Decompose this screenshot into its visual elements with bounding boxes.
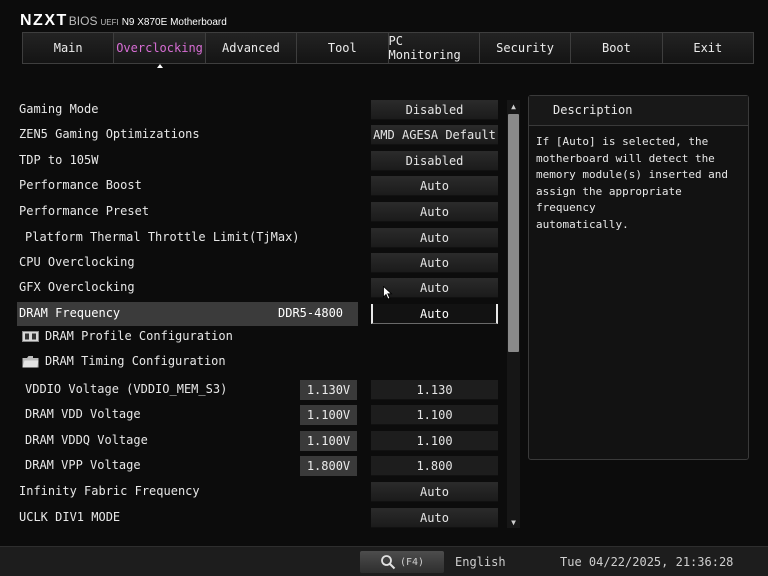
setting-value-button[interactable]: Auto bbox=[371, 228, 498, 248]
voltage-input[interactable]: 1.100 bbox=[371, 405, 498, 425]
setting-label: DRAM VPP Voltage bbox=[25, 458, 141, 472]
setting-row-uclk-div1-mode[interactable]: UCLK DIV1 MODE Auto bbox=[0, 508, 506, 530]
setting-label: DRAM VDDQ Voltage bbox=[25, 433, 148, 447]
setting-row-dram-vpp-voltage[interactable]: DRAM VPP Voltage 1.800V 1.800 bbox=[0, 456, 506, 478]
setting-row-dram-vdd-voltage[interactable]: DRAM VDD Voltage 1.100V 1.100 bbox=[0, 405, 506, 427]
tab-pc-monitoring[interactable]: PC Monitoring bbox=[388, 33, 480, 63]
voltage-input[interactable]: 1.130 bbox=[371, 380, 498, 400]
setting-label: Performance Preset bbox=[19, 204, 150, 218]
setting-row-dram-frequency[interactable]: DRAM Frequency DDR5-4800 Auto bbox=[0, 302, 506, 326]
setting-value-button[interactable]: Disabled bbox=[371, 151, 498, 171]
setting-row-cpu-overclocking[interactable]: CPU Overclocking Auto bbox=[0, 253, 506, 275]
setting-label: DRAM Frequency bbox=[19, 306, 121, 320]
setting-value-button[interactable]: Auto bbox=[371, 202, 498, 222]
setting-label: Performance Boost bbox=[19, 178, 142, 192]
tab-tool[interactable]: Tool bbox=[297, 33, 389, 63]
setting-row-gfx-overclocking[interactable]: GFX Overclocking Auto bbox=[0, 278, 506, 300]
setting-label: CPU Overclocking bbox=[19, 255, 135, 269]
setting-label: Infinity Fabric Frequency bbox=[19, 484, 200, 498]
tab-boot[interactable]: Boot bbox=[571, 33, 663, 63]
scroll-down-arrow-icon[interactable]: ▼ bbox=[507, 516, 520, 528]
description-line: automatically. bbox=[536, 217, 629, 231]
setting-label: Platform Thermal Throttle Limit(TjMax) bbox=[25, 230, 300, 244]
scroll-thumb[interactable] bbox=[508, 114, 519, 352]
status-footer: (F4) English Tue 04/22/2025, 21:36:28 bbox=[0, 546, 768, 576]
system-datetime: Tue 04/22/2025, 21:36:28 bbox=[560, 555, 734, 569]
setting-row-performance-boost[interactable]: Performance Boost Auto bbox=[0, 176, 506, 198]
current-voltage: 1.100V bbox=[300, 405, 357, 425]
mouse-cursor-icon bbox=[383, 286, 393, 300]
setting-value-button[interactable]: Auto bbox=[371, 482, 498, 502]
memory-module-icon bbox=[22, 331, 39, 342]
tab-overclocking[interactable]: Overclocking bbox=[114, 33, 206, 68]
description-panel: Description If [Auto] is selected, the m… bbox=[528, 95, 749, 460]
language-selector[interactable]: English bbox=[455, 555, 506, 569]
main-tab-bar: Main Overclocking Advanced Tool PC Monit… bbox=[22, 32, 754, 68]
brand-header: NZXTBIOS UEFI N9 X870E Motherboard bbox=[20, 10, 227, 30]
submenu-dram-timing-configuration[interactable]: DRAM Timing Configuration bbox=[0, 352, 506, 374]
tab-advanced[interactable]: Advanced bbox=[205, 33, 298, 63]
setting-label: UCLK DIV1 MODE bbox=[19, 510, 121, 524]
setting-value-button[interactable]: Auto bbox=[371, 508, 498, 528]
voltage-input[interactable]: 1.800 bbox=[371, 456, 498, 476]
motherboard-model: N9 X870E Motherboard bbox=[121, 17, 227, 28]
setting-row-tdp-105w[interactable]: TDP to 105W Disabled bbox=[0, 151, 506, 173]
setting-row-dram-vddq-voltage[interactable]: DRAM VDDQ Voltage 1.100V 1.100 bbox=[0, 431, 506, 453]
submenu-label: DRAM Profile Configuration bbox=[45, 329, 233, 343]
setting-label: TDP to 105W bbox=[19, 153, 99, 167]
uefi-label: UEFI bbox=[100, 18, 119, 27]
description-line: memory module(s) inserted and bbox=[536, 168, 729, 181]
voltage-input[interactable]: 1.100 bbox=[371, 431, 498, 451]
setting-value-button[interactable]: Auto bbox=[371, 304, 498, 324]
setting-row-vddio-voltage[interactable]: VDDIO Voltage (VDDIO_MEM_S3) 1.130V 1.13… bbox=[0, 380, 506, 402]
description-line: assign the appropriate frequency bbox=[536, 184, 682, 215]
setting-label: DRAM VDD Voltage bbox=[25, 407, 141, 421]
setting-value-button[interactable]: Disabled bbox=[371, 100, 498, 120]
setting-row-gaming-mode[interactable]: Gaming Mode Disabled bbox=[0, 100, 506, 122]
scroll-up-arrow-icon[interactable]: ▲ bbox=[507, 100, 520, 112]
setting-label: GFX Overclocking bbox=[19, 280, 135, 294]
setting-row-platform-thermal-throttle-limit[interactable]: Platform Thermal Throttle Limit(TjMax) A… bbox=[0, 228, 506, 250]
description-line: motherboard will detect the bbox=[536, 151, 715, 165]
setting-value-button[interactable]: Auto bbox=[371, 253, 498, 273]
setting-label: ZEN5 Gaming Optimizations bbox=[19, 127, 200, 141]
settings-list: Gaming Mode Disabled ZEN5 Gaming Optimiz… bbox=[0, 96, 506, 530]
bios-label: BIOS bbox=[68, 14, 98, 28]
setting-row-performance-preset[interactable]: Performance Preset Auto bbox=[0, 202, 506, 224]
description-text: If [Auto] is selected, the motherboard w… bbox=[529, 126, 748, 241]
tab-exit[interactable]: Exit bbox=[662, 33, 753, 63]
current-voltage: 1.100V bbox=[300, 431, 357, 451]
setting-label: Gaming Mode bbox=[19, 102, 99, 116]
description-line: If [Auto] is selected, the bbox=[536, 135, 709, 148]
setting-row-zen5-gaming-optimizations[interactable]: ZEN5 Gaming Optimizations AMD AGESA Defa… bbox=[0, 125, 506, 147]
search-icon bbox=[381, 555, 396, 570]
search-button[interactable]: (F4) bbox=[360, 551, 444, 573]
submenu-label: DRAM Timing Configuration bbox=[45, 354, 226, 368]
bios-screen: NZXTBIOS UEFI N9 X870E Motherboard Main Ov… bbox=[0, 0, 768, 576]
tab-main[interactable]: Main bbox=[23, 33, 115, 63]
search-hotkey: (F4) bbox=[399, 556, 425, 568]
tab-security[interactable]: Security bbox=[479, 33, 572, 63]
current-voltage: 1.130V bbox=[300, 380, 357, 400]
settings-scrollbar[interactable]: ▲ ▼ bbox=[507, 100, 520, 528]
current-voltage: 1.800V bbox=[300, 456, 357, 476]
setting-value-button[interactable]: AMD AGESA Default bbox=[371, 125, 498, 145]
submenu-dram-profile-configuration[interactable]: DRAM Profile Configuration bbox=[0, 327, 506, 349]
setting-value-button[interactable]: Auto bbox=[371, 176, 498, 196]
nzxt-logo: NZXT bbox=[20, 12, 68, 29]
description-title: Description bbox=[529, 96, 748, 126]
current-value: DDR5-4800 bbox=[278, 306, 344, 320]
setting-row-infinity-fabric-frequency[interactable]: Infinity Fabric Frequency Auto bbox=[0, 482, 506, 504]
folder-icon bbox=[22, 356, 39, 368]
setting-label: VDDIO Voltage (VDDIO_MEM_S3) bbox=[25, 382, 228, 396]
